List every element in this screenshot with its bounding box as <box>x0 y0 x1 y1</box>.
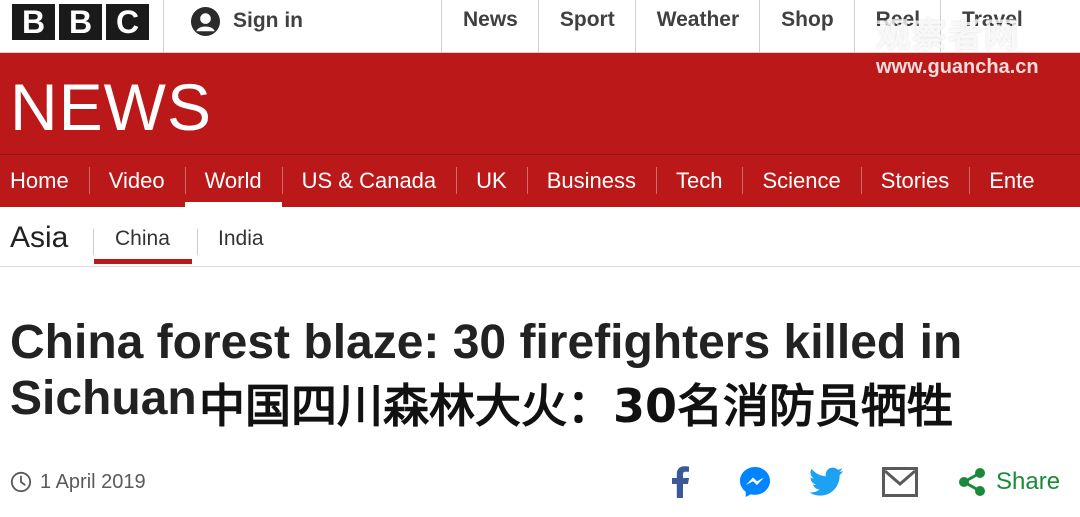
account-icon <box>190 6 221 36</box>
section-title[interactable]: Asia <box>10 221 68 255</box>
nav-world[interactable]: World <box>184 155 282 207</box>
bbc-logo-letter: B <box>59 4 102 40</box>
bbc-logo-letter: C <box>106 4 149 40</box>
facebook-share-button[interactable] <box>668 462 692 502</box>
top-nav-shop[interactable]: Shop <box>759 0 854 53</box>
nav-tech[interactable]: Tech <box>656 155 742 207</box>
main-nav: Home Video World US & Canada UK Business… <box>0 155 1055 207</box>
top-nav-weather[interactable]: Weather <box>634 0 759 53</box>
nav-uk[interactable]: UK <box>456 155 527 207</box>
sign-in-label: Sign in <box>233 9 303 32</box>
top-nav-reel[interactable]: Reel <box>853 0 940 53</box>
news-wordmark[interactable]: NEWS <box>10 69 212 145</box>
tab-india[interactable]: India <box>218 227 264 251</box>
news-header: NEWS Home Video World US & Canada UK Bus… <box>0 53 1080 207</box>
share-tools: Share <box>0 462 1080 502</box>
twitter-icon <box>810 467 843 496</box>
bbc-top-bar: B B C Sign in News Sport Weather Shop Re… <box>0 0 1080 53</box>
email-icon <box>882 467 918 497</box>
twitter-share-button[interactable] <box>810 462 844 502</box>
top-nav-news[interactable]: News <box>441 0 538 53</box>
nav-home[interactable]: Home <box>0 155 89 207</box>
sub-nav: Asia China India <box>0 207 1080 267</box>
sign-in-link[interactable]: Sign in <box>190 6 303 36</box>
messenger-icon <box>740 467 770 497</box>
nav-science[interactable]: Science <box>742 155 860 207</box>
top-nav-sport[interactable]: Sport <box>537 0 635 53</box>
top-nav-travel[interactable]: Travel <box>940 0 1043 53</box>
bbc-logo[interactable]: B B C <box>12 4 149 40</box>
divider <box>197 229 198 255</box>
top-nav: News Sport Weather Shop Reel Travel <box>441 0 1043 53</box>
nav-video[interactable]: Video <box>88 155 185 207</box>
divider <box>163 0 164 53</box>
tab-china[interactable]: China <box>94 227 192 264</box>
divider <box>93 229 94 255</box>
share-button[interactable]: Share <box>958 462 1060 502</box>
messenger-share-button[interactable] <box>738 462 772 502</box>
nav-stories[interactable]: Stories <box>860 155 969 207</box>
nav-us-canada[interactable]: US & Canada <box>281 155 457 207</box>
headline-line-1: China forest blaze: 30 firefighters kill… <box>10 316 963 369</box>
nav-entertainment[interactable]: Ente <box>969 155 1054 207</box>
bbc-logo-letter: B <box>12 4 55 40</box>
share-icon <box>959 468 985 496</box>
chinese-caption: 中国四川森林大火：30名消防员牺牲 <box>195 378 962 434</box>
headline-line-2: Sichuan <box>10 372 197 425</box>
facebook-icon <box>672 466 689 498</box>
nav-business[interactable]: Business <box>526 155 656 207</box>
share-label: Share <box>996 468 1061 495</box>
email-share-button[interactable] <box>882 462 918 502</box>
